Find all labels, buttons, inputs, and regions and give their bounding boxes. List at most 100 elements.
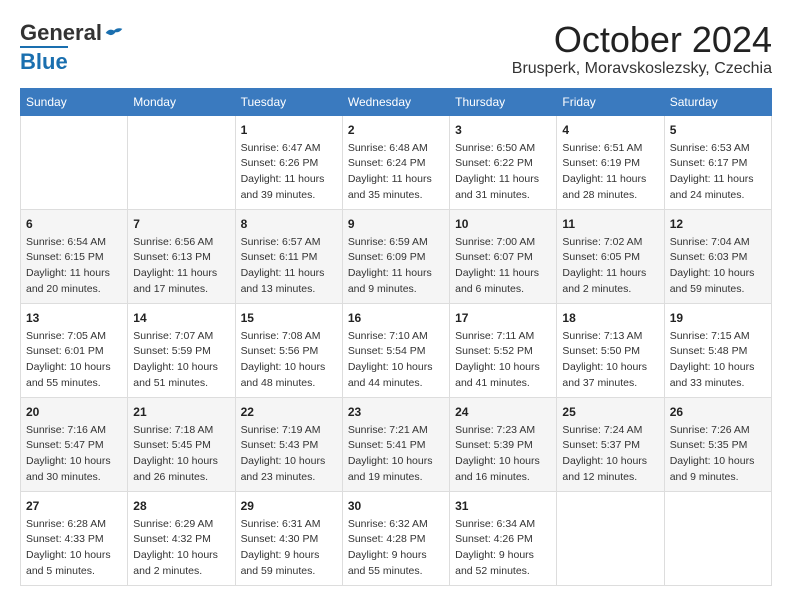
day-number: 23: [348, 403, 444, 421]
calendar-cell: 10Sunrise: 7:00 AM Sunset: 6:07 PM Dayli…: [450, 209, 557, 303]
day-number: 19: [670, 309, 766, 327]
day-info: Sunrise: 6:50 AM Sunset: 6:22 PM Dayligh…: [455, 141, 551, 204]
day-info: Sunrise: 7:15 AM Sunset: 5:48 PM Dayligh…: [670, 329, 766, 392]
logo-blue: Blue: [20, 46, 68, 75]
day-number: 3: [455, 121, 551, 139]
day-number: 28: [133, 497, 229, 515]
day-number: 14: [133, 309, 229, 327]
logo-general: General: [20, 20, 102, 46]
day-number: 1: [241, 121, 337, 139]
weekday-header-sunday: Sunday: [21, 88, 128, 115]
day-info: Sunrise: 7:02 AM Sunset: 6:05 PM Dayligh…: [562, 235, 658, 298]
calendar-cell: 22 Sunrise: 7:19 AM Sunset: 5:43 PM Dayli…: [235, 397, 342, 491]
day-info: Sunrise: 7:24 AM Sunset: 5:37 PM Dayligh…: [562, 423, 658, 486]
day-info: Sunrise: 7:04 AM Sunset: 6:03 PM Dayligh…: [670, 235, 766, 298]
calendar-cell: 13Sunrise: 7:05 AM Sunset: 6:01 PM Dayli…: [21, 303, 128, 397]
calendar-week-row: 20Sunrise: 7:16 AM Sunset: 5:47 PM Dayli…: [21, 397, 772, 491]
calendar-cell: 17 Sunrise: 7:11 AM Sunset: 5:52 PM Dayli…: [450, 303, 557, 397]
day-number: 22: [241, 403, 337, 421]
day-number: 11: [562, 215, 658, 233]
calendar-cell: 8 Sunrise: 6:57 AM Sunset: 6:11 PM Daylig…: [235, 209, 342, 303]
calendar-cell: 21 Sunrise: 7:18 AM Sunset: 5:45 PM Dayli…: [128, 397, 235, 491]
weekday-header-friday: Friday: [557, 88, 664, 115]
day-info: Sunrise: 6:32 AM Sunset: 4:28 PM Dayligh…: [348, 517, 444, 580]
day-info: Sunrise: 7:05 AM Sunset: 6:01 PM Dayligh…: [26, 329, 122, 392]
day-number: 12: [670, 215, 766, 233]
day-number: 17: [455, 309, 551, 327]
day-info: Sunrise: 7:10 AM Sunset: 5:54 PM Dayligh…: [348, 329, 444, 392]
weekday-header-thursday: Thursday: [450, 88, 557, 115]
day-number: 26: [670, 403, 766, 421]
title-block: October 2024 Brusperk, Moravskoslezsky, …: [512, 20, 772, 78]
calendar-cell: 1 Sunrise: 6:47 AM Sunset: 6:26 PM Daylig…: [235, 115, 342, 209]
day-number: 31: [455, 497, 551, 515]
day-number: 4: [562, 121, 658, 139]
day-number: 2: [348, 121, 444, 139]
calendar-cell: 4 Sunrise: 6:51 AM Sunset: 6:19 PM Daylig…: [557, 115, 664, 209]
day-info: Sunrise: 7:26 AM Sunset: 5:35 PM Dayligh…: [670, 423, 766, 486]
day-info: Sunrise: 7:19 AM Sunset: 5:43 PM Dayligh…: [241, 423, 337, 486]
month-title: October 2024: [512, 20, 772, 60]
calendar-cell: [128, 115, 235, 209]
day-info: Sunrise: 6:53 AM Sunset: 6:17 PM Dayligh…: [670, 141, 766, 204]
day-info: Sunrise: 6:31 AM Sunset: 4:30 PM Dayligh…: [241, 517, 337, 580]
weekday-header-saturday: Saturday: [664, 88, 771, 115]
day-info: Sunrise: 7:00 AM Sunset: 6:07 PM Dayligh…: [455, 235, 551, 298]
calendar-cell: 6 Sunrise: 6:54 AM Sunset: 6:15 PM Daylig…: [21, 209, 128, 303]
calendar-cell: 5Sunrise: 6:53 AM Sunset: 6:17 PM Daylig…: [664, 115, 771, 209]
day-info: Sunrise: 7:13 AM Sunset: 5:50 PM Dayligh…: [562, 329, 658, 392]
day-number: 25: [562, 403, 658, 421]
day-number: 29: [241, 497, 337, 515]
logo: General Blue: [20, 20, 124, 75]
day-number: 30: [348, 497, 444, 515]
calendar-cell: 3 Sunrise: 6:50 AM Sunset: 6:22 PM Daylig…: [450, 115, 557, 209]
logo-bird-icon: [104, 26, 124, 40]
day-number: 8: [241, 215, 337, 233]
day-info: Sunrise: 6:56 AM Sunset: 6:13 PM Dayligh…: [133, 235, 229, 298]
calendar-cell: 7Sunrise: 6:56 AM Sunset: 6:13 PM Daylig…: [128, 209, 235, 303]
calendar-cell: 9Sunrise: 6:59 AM Sunset: 6:09 PM Daylig…: [342, 209, 449, 303]
day-number: 20: [26, 403, 122, 421]
day-info: Sunrise: 6:51 AM Sunset: 6:19 PM Dayligh…: [562, 141, 658, 204]
day-number: 27: [26, 497, 122, 515]
calendar-cell: 29 Sunrise: 6:31 AM Sunset: 4:30 PM Dayli…: [235, 491, 342, 585]
calendar-cell: 19 Sunrise: 7:15 AM Sunset: 5:48 PM Dayli…: [664, 303, 771, 397]
day-info: Sunrise: 7:08 AM Sunset: 5:56 PM Dayligh…: [241, 329, 337, 392]
calendar-cell: 14 Sunrise: 7:07 AM Sunset: 5:59 PM Dayli…: [128, 303, 235, 397]
calendar-cell: 11 Sunrise: 7:02 AM Sunset: 6:05 PM Dayli…: [557, 209, 664, 303]
location-title: Brusperk, Moravskoslezsky, Czechia: [512, 60, 772, 78]
day-number: 18: [562, 309, 658, 327]
calendar-header-row: SundayMondayTuesdayWednesdayThursdayFrid…: [21, 88, 772, 115]
calendar-cell: 2 Sunrise: 6:48 AM Sunset: 6:24 PM Daylig…: [342, 115, 449, 209]
calendar-cell: 26 Sunrise: 7:26 AM Sunset: 5:35 PM Dayli…: [664, 397, 771, 491]
day-info: Sunrise: 6:29 AM Sunset: 4:32 PM Dayligh…: [133, 517, 229, 580]
day-info: Sunrise: 7:07 AM Sunset: 5:59 PM Dayligh…: [133, 329, 229, 392]
day-info: Sunrise: 7:23 AM Sunset: 5:39 PM Dayligh…: [455, 423, 551, 486]
calendar-cell: 12 Sunrise: 7:04 AM Sunset: 6:03 PM Dayli…: [664, 209, 771, 303]
day-number: 6: [26, 215, 122, 233]
calendar-table: SundayMondayTuesdayWednesdayThursdayFrid…: [20, 88, 772, 586]
calendar-cell: 24Sunrise: 7:23 AM Sunset: 5:39 PM Dayli…: [450, 397, 557, 491]
day-number: 21: [133, 403, 229, 421]
calendar-cell: [664, 491, 771, 585]
day-number: 16: [348, 309, 444, 327]
day-info: Sunrise: 7:18 AM Sunset: 5:45 PM Dayligh…: [133, 423, 229, 486]
day-info: Sunrise: 6:47 AM Sunset: 6:26 PM Dayligh…: [241, 141, 337, 204]
day-info: Sunrise: 7:11 AM Sunset: 5:52 PM Dayligh…: [455, 329, 551, 392]
day-info: Sunrise: 6:28 AM Sunset: 4:33 PM Dayligh…: [26, 517, 122, 580]
day-info: Sunrise: 7:21 AM Sunset: 5:41 PM Dayligh…: [348, 423, 444, 486]
calendar-cell: [557, 491, 664, 585]
calendar-cell: 15Sunrise: 7:08 AM Sunset: 5:56 PM Dayli…: [235, 303, 342, 397]
weekday-header-monday: Monday: [128, 88, 235, 115]
calendar-cell: 30 Sunrise: 6:32 AM Sunset: 4:28 PM Dayli…: [342, 491, 449, 585]
calendar-week-row: 1 Sunrise: 6:47 AM Sunset: 6:26 PM Daylig…: [21, 115, 772, 209]
weekday-header-wednesday: Wednesday: [342, 88, 449, 115]
day-info: Sunrise: 6:48 AM Sunset: 6:24 PM Dayligh…: [348, 141, 444, 204]
calendar-cell: 16 Sunrise: 7:10 AM Sunset: 5:54 PM Dayli…: [342, 303, 449, 397]
calendar-week-row: 27 Sunrise: 6:28 AM Sunset: 4:33 PM Dayli…: [21, 491, 772, 585]
calendar-cell: 28 Sunrise: 6:29 AM Sunset: 4:32 PM Dayli…: [128, 491, 235, 585]
day-info: Sunrise: 6:57 AM Sunset: 6:11 PM Dayligh…: [241, 235, 337, 298]
calendar-cell: 25 Sunrise: 7:24 AM Sunset: 5:37 PM Dayli…: [557, 397, 664, 491]
calendar-cell: 20Sunrise: 7:16 AM Sunset: 5:47 PM Dayli…: [21, 397, 128, 491]
day-info: Sunrise: 6:54 AM Sunset: 6:15 PM Dayligh…: [26, 235, 122, 298]
